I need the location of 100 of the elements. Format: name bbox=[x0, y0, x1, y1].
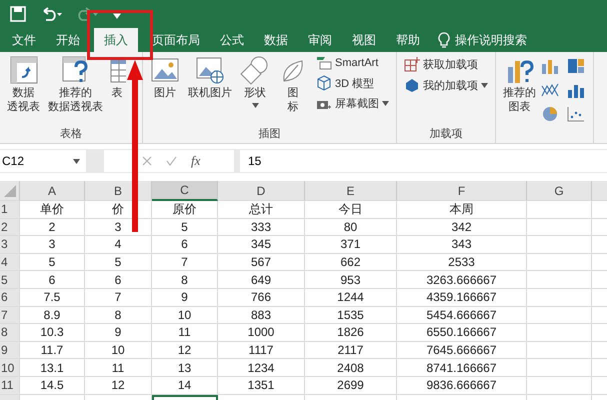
row-header[interactable]: 1 bbox=[0, 201, 20, 219]
shapes-icon bbox=[240, 55, 270, 85]
row-header[interactable]: 11 bbox=[0, 376, 20, 395]
ribbon-tab[interactable]: 公式 bbox=[210, 28, 254, 52]
table-cell: 11 bbox=[85, 359, 152, 377]
group-label: 加载项 bbox=[430, 127, 462, 142]
ribbon-tab[interactable]: 数据 bbox=[254, 28, 298, 52]
table-cell: 12 bbox=[152, 342, 218, 360]
row-header[interactable]: 7 bbox=[0, 306, 20, 324]
ribbon-tab[interactable]: 视图 bbox=[342, 28, 386, 52]
column-header[interactable]: D bbox=[218, 181, 305, 201]
ribbon-button[interactable]: 获取加载项 bbox=[401, 55, 491, 73]
ribbon-button[interactable]: 我的加载项 bbox=[401, 76, 491, 94]
table-cell: 953 bbox=[305, 271, 397, 289]
table-cell bbox=[527, 254, 592, 272]
ribbon-tab[interactable]: 审阅 bbox=[298, 28, 342, 52]
table-cell bbox=[527, 271, 592, 289]
table-cell: 9836.666667 bbox=[397, 376, 527, 395]
ribbon-button[interactable]: 屏幕截图 bbox=[313, 95, 392, 112]
column-header[interactable]: A bbox=[20, 181, 85, 201]
ribbon-tab[interactable]: 页面布局 bbox=[142, 28, 210, 52]
table-cell: 5 bbox=[20, 254, 85, 272]
table-cell: 5454.666667 bbox=[397, 306, 527, 324]
ribbon-tab[interactable]: 文件 bbox=[2, 28, 46, 52]
group-label: 表格 bbox=[60, 127, 82, 142]
table-cell: 662 bbox=[305, 254, 397, 272]
table-cell: 本周 bbox=[397, 201, 527, 219]
table-cell: 7.5 bbox=[20, 288, 85, 307]
row-header[interactable]: 4 bbox=[0, 254, 20, 272]
ribbon-button[interactable]: 形状 bbox=[237, 55, 273, 126]
addin-icon bbox=[404, 77, 420, 93]
ribbon-button[interactable]: 图 标 bbox=[275, 55, 311, 126]
name-box[interactable]: C12 bbox=[0, 150, 86, 172]
table-cell: 1234 bbox=[218, 359, 305, 377]
caret-icon[interactable] bbox=[382, 101, 389, 106]
table-cell bbox=[527, 288, 592, 307]
row-header[interactable]: 9 bbox=[0, 342, 20, 360]
table-cell: 2117 bbox=[305, 342, 397, 360]
table-cell: 14.5 bbox=[20, 376, 85, 395]
table-cell: 14 bbox=[152, 376, 218, 395]
ribbon-button[interactable]: 推荐的 数据透视表 bbox=[45, 55, 106, 126]
table-cell: 567 bbox=[218, 254, 305, 272]
pivot-table-icon bbox=[8, 55, 38, 85]
column-header[interactable]: F bbox=[397, 181, 527, 201]
column-header[interactable]: C bbox=[152, 181, 218, 201]
table-cell: 今日 bbox=[305, 201, 397, 219]
table-cell: 1535 bbox=[305, 306, 397, 324]
table-cell: 766 bbox=[218, 288, 305, 307]
row-header[interactable]: 3 bbox=[0, 236, 20, 254]
row-header[interactable]: 2 bbox=[0, 218, 20, 236]
table-cell: 80 bbox=[305, 218, 397, 236]
save-icon[interactable] bbox=[10, 6, 26, 22]
lightbulb-icon[interactable] bbox=[438, 32, 450, 48]
pie-chart-icon[interactable] bbox=[541, 106, 559, 122]
table-cell: 6 bbox=[85, 271, 152, 289]
row-header[interactable]: 10 bbox=[0, 359, 20, 377]
table-cell: 649 bbox=[218, 271, 305, 289]
table-cell: 原价 bbox=[152, 201, 218, 219]
treemap-icon[interactable] bbox=[567, 58, 585, 74]
table-cell: 7645.666667 bbox=[397, 342, 527, 360]
cube-icon bbox=[316, 75, 332, 91]
caret-icon[interactable] bbox=[252, 102, 258, 108]
ribbon-tab[interactable]: 插入 bbox=[94, 28, 138, 52]
table-cell: 1117 bbox=[218, 342, 305, 360]
table-cell: 单价 bbox=[20, 201, 85, 219]
ribbon-button[interactable]: 联机图片 bbox=[185, 55, 235, 126]
ribbon-button[interactable]: 3D 模型 bbox=[313, 74, 392, 92]
table-cell bbox=[527, 236, 592, 254]
check-icon[interactable] bbox=[166, 156, 177, 166]
smartart-icon bbox=[316, 56, 332, 70]
column-header[interactable]: G bbox=[527, 181, 592, 201]
ribbon-button[interactable]: 推荐的 图表 bbox=[500, 55, 539, 126]
table-cell: 9 bbox=[85, 324, 152, 342]
table-cell bbox=[527, 306, 592, 324]
highlight-frame bbox=[87, 10, 153, 60]
ribbon-tab[interactable]: 开始 bbox=[46, 28, 90, 52]
scatter-chart-icon[interactable] bbox=[567, 106, 585, 122]
caret-icon[interactable] bbox=[73, 158, 80, 164]
table-cell: 7 bbox=[152, 254, 218, 272]
row-header[interactable]: 6 bbox=[0, 288, 20, 307]
row-header[interactable]: 5 bbox=[0, 271, 20, 289]
column-chart-icon[interactable] bbox=[567, 82, 585, 98]
line-chart-icon[interactable] bbox=[541, 82, 559, 98]
column-header[interactable]: E bbox=[305, 181, 397, 201]
table-cell: 1000 bbox=[218, 324, 305, 342]
row-header[interactable]: 8 bbox=[0, 324, 20, 342]
table-cell: 11 bbox=[152, 324, 218, 342]
ribbon-button[interactable]: 图片 bbox=[147, 55, 183, 126]
ribbon-button[interactable]: SmartArt bbox=[313, 55, 392, 71]
bar-chart-icon[interactable] bbox=[541, 58, 559, 74]
insert-function-button[interactable]: fx bbox=[191, 153, 200, 169]
table-cell: 343 bbox=[397, 236, 527, 254]
ribbon-button[interactable]: 数据 透视表 bbox=[4, 55, 43, 126]
search-hint[interactable]: 操作说明搜索 bbox=[455, 32, 527, 48]
table-cell: 10 bbox=[152, 306, 218, 324]
ribbon-tab[interactable]: 帮助 bbox=[386, 28, 430, 52]
caret-icon[interactable] bbox=[481, 82, 488, 88]
online-picture-icon bbox=[195, 55, 225, 85]
formula-input[interactable]: 15 bbox=[240, 150, 607, 172]
table-cell: 8741.166667 bbox=[397, 359, 527, 377]
